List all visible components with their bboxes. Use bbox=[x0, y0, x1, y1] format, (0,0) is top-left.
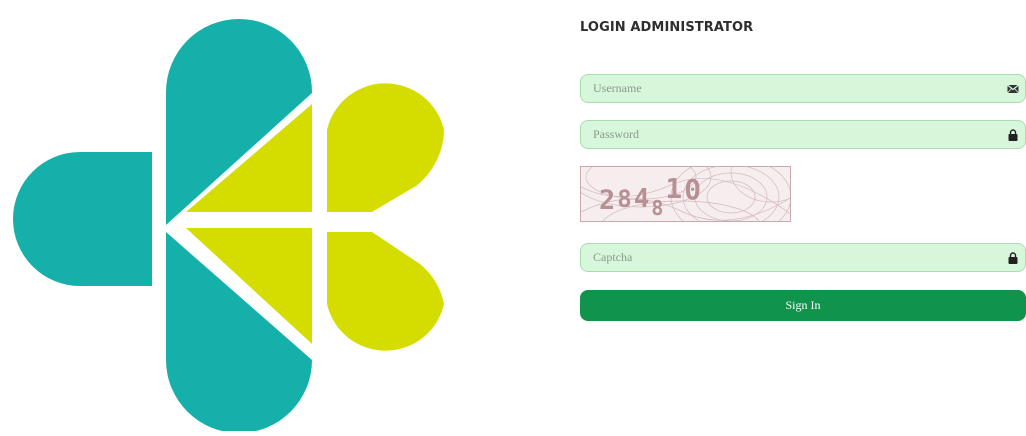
logo-petal-lower-right bbox=[327, 232, 444, 351]
captcha-image: 284810 bbox=[580, 166, 791, 222]
logo-petal-left bbox=[13, 152, 152, 286]
username-input[interactable] bbox=[581, 75, 1025, 102]
logo-graphic bbox=[13, 19, 444, 433]
captcha-text: 284810 bbox=[599, 172, 704, 220]
logo-petal-upper-right bbox=[327, 83, 444, 212]
password-input[interactable] bbox=[581, 121, 1025, 148]
captcha-input[interactable] bbox=[581, 244, 1025, 271]
lock-icon bbox=[1008, 129, 1018, 141]
envelope-icon bbox=[1007, 84, 1019, 94]
captcha-digit: 0 bbox=[684, 173, 704, 206]
captcha-digit: 4 bbox=[633, 184, 652, 214]
captcha-digit: 1 bbox=[665, 172, 685, 205]
captcha-digit: 8 bbox=[617, 185, 634, 213]
sign-in-button[interactable]: Sign In bbox=[580, 290, 1026, 321]
lock-icon bbox=[1008, 252, 1018, 264]
captcha-field[interactable] bbox=[580, 243, 1026, 272]
login-title: LOGIN ADMINISTRATOR bbox=[580, 20, 754, 35]
login-panel: LOGIN ADMINISTRATOR Username 284810 Capt… bbox=[580, 0, 1026, 431]
captcha-digit: 8 bbox=[651, 196, 666, 220]
username-field[interactable] bbox=[580, 74, 1026, 103]
logo bbox=[0, 0, 470, 433]
password-field[interactable] bbox=[580, 120, 1026, 149]
captcha-digit: 2 bbox=[599, 185, 618, 216]
